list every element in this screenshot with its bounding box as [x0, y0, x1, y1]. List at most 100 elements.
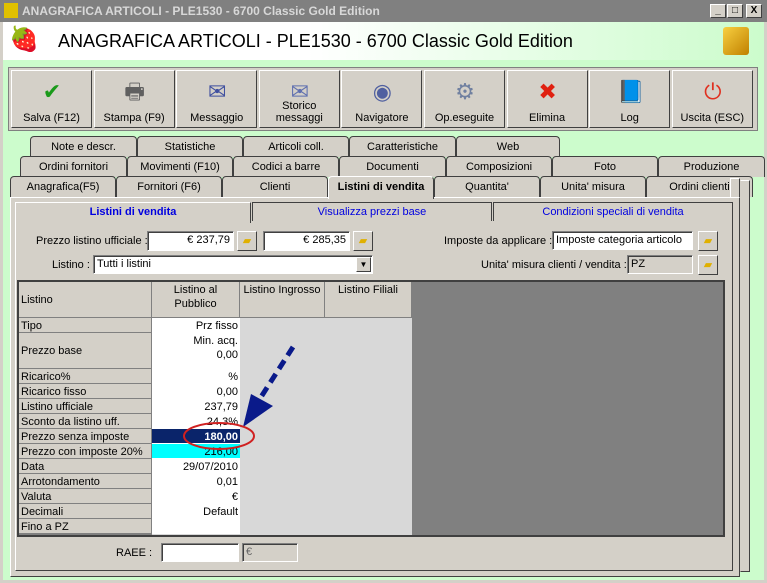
folder-icon[interactable]: ▰ [237, 231, 257, 251]
grid-cell-listino-pubblico[interactable]: % [152, 369, 240, 384]
imposte-field[interactable]: Imposte categoria articolo [552, 231, 693, 250]
chevron-down-icon[interactable]: ▼ [356, 257, 371, 272]
tab-listini-di-vendita[interactable]: Listini di vendita [328, 176, 434, 199]
tab-foto[interactable]: Foto [552, 156, 658, 177]
toolbar-button-label: Op.eseguite [434, 112, 495, 124]
raee-currency: € [242, 543, 298, 562]
grid-header: Listino Filiali [325, 282, 412, 318]
tab-movimenti-f10-[interactable]: Movimenti (F10) [127, 156, 233, 177]
subtab-visualizza-prezzi[interactable]: Visualizza prezzi base [252, 202, 492, 221]
grid-cell-listino-pubblico[interactable]: Min. acq. 0,00 [152, 333, 240, 369]
grid-cell-listino-pubblico[interactable] [152, 519, 240, 534]
tab-quantita-[interactable]: Quantita' [434, 176, 540, 197]
strawberry-logo-icon: 🍓 [9, 26, 39, 53]
tab-fornitori-f6-[interactable]: Fornitori (F6) [116, 176, 222, 197]
grid-row-label: Ricarico fisso [19, 384, 152, 399]
toolbar-button-log[interactable]: 📘 Log [589, 70, 671, 128]
window-title: ANAGRAFICA ARTICOLI - PLE1530 - 6700 Cla… [22, 4, 380, 18]
check-icon: ✔ [42, 79, 62, 104]
grid-cell-listino-pubblico[interactable]: 0,00 [152, 384, 240, 399]
grid-cell-listino-pubblico[interactable]: 237,79 [152, 399, 240, 414]
tab-codici-a-barre[interactable]: Codici a barre [233, 156, 339, 177]
grid-row-label: Prezzo con imposte 20% [19, 444, 152, 459]
toolbar-button-stampa-f9-[interactable]: 🖶 Stampa (F9) [93, 70, 175, 128]
subtab-condizioni-speciali[interactable]: Condizioni speciali di vendita [493, 202, 733, 221]
minimize-button[interactable]: _ [710, 4, 726, 18]
book-search-icon: 📘 [617, 79, 645, 104]
toolbar-button-navigatore[interactable]: ◉ Navigatore [341, 70, 423, 128]
folder-icon[interactable]: ▰ [353, 231, 373, 251]
toolbar-button-label: Elimina [529, 112, 566, 124]
header-title: ANAGRAFICA ARTICOLI - PLE1530 - 6700 Cla… [58, 31, 573, 51]
raee-label: RAEE : [116, 547, 153, 559]
um-label: Unita' misura clienti / vendita : [481, 259, 627, 271]
close-button[interactable]: X [746, 4, 762, 18]
gears-search-icon: ⚙ [455, 79, 475, 104]
grid-cell-listino-pubblico[interactable]: Prz fisso [152, 318, 240, 333]
grid-row-label: Tipo [19, 318, 152, 333]
printer-icon: 🖶 [124, 79, 145, 104]
grid-row-label: Ricarico% [19, 369, 152, 384]
toolbar: ✔ Salva (F12) 🖶 Stampa (F9) ✉ Messaggio ✉ Stori… [8, 67, 758, 131]
tab-anagrafica-f5-[interactable]: Anagrafica(F5) [10, 176, 116, 197]
box-icon [723, 27, 749, 55]
folder-icon[interactable]: ▰ [698, 231, 718, 251]
window-client: 🍓 ANAGRAFICA ARTICOLI - PLE1530 - 6700 C… [3, 22, 765, 580]
um-field[interactable]: PZ [627, 255, 693, 274]
grid-row-label: Prezzo senza imposte [19, 429, 152, 444]
toolbar-button-label: Uscita (ESC) [680, 112, 745, 124]
prezzo-ufficiale-field[interactable]: € 237,79 [147, 231, 234, 251]
power-icon: ⏻ [704, 79, 722, 104]
tab-unita-misura[interactable]: Unita' misura [540, 176, 646, 197]
tab-caratteristiche[interactable]: Caratteristiche [349, 136, 456, 157]
tab-articoli-coll-[interactable]: Articoli coll. [243, 136, 349, 157]
grid-cell-listino-pubblico[interactable]: 0,01 [152, 474, 240, 489]
grid-row-label: Decimali [19, 504, 152, 519]
tab-statistiche[interactable]: Statistiche [137, 136, 243, 157]
listini-panel: Listini di vendita Visualizza prezzi bas… [10, 197, 740, 577]
grid-row-label: Listino ufficiale [19, 399, 152, 414]
app-icon [4, 3, 18, 18]
envelope-pen-icon: ✉ [207, 79, 227, 104]
grid-cell-listino-pubblico[interactable]: Default [152, 504, 240, 519]
subtab-listini[interactable]: Listini di vendita [15, 202, 251, 223]
grid-cell-listino-pubblico[interactable]: 216,00 [152, 444, 240, 459]
toolbar-button-salva-f12-[interactable]: ✔ Salva (F12) [11, 70, 92, 128]
folder-icon[interactable]: ▰ [698, 255, 718, 275]
maximize-button[interactable]: □ [727, 4, 743, 18]
grid-cell-listino-pubblico[interactable]: 180,00 [152, 429, 240, 444]
toolbar-button-label: Navigatore [355, 112, 409, 124]
toolbar-button-op-eseguite[interactable]: ⚙ Op.eseguite [424, 70, 505, 128]
listino-value: Tutti i listini [97, 258, 151, 270]
toolbar-button-messaggio[interactable]: ✉ Messaggio [176, 70, 258, 128]
prezzo-label: Prezzo listino ufficiale : [36, 235, 148, 247]
grid-cell-listino-pubblico[interactable]: € [152, 489, 240, 504]
tab-note-e-descr-[interactable]: Note e descr. [30, 136, 137, 157]
grid-cell-listino-pubblico[interactable]: 24,3% [152, 414, 240, 429]
tab-clienti[interactable]: Clienti [222, 176, 328, 197]
toolbar-button-label: Salva (F12) [23, 112, 80, 124]
title-bar: ANAGRAFICA ARTICOLI - PLE1530 - 6700 Cla… [0, 0, 767, 22]
grid-row-label: Data [19, 459, 152, 474]
toolbar-button-storico-messaggi[interactable]: ✉ Storico messaggi [258, 70, 340, 128]
grid-row-label: Prezzo base [19, 333, 152, 369]
red-x-icon: ✖ [538, 79, 557, 104]
grid-row-label: Valuta [19, 489, 152, 504]
tab-produzione[interactable]: Produzione [658, 156, 765, 177]
toolbar-button-uscita-esc-[interactable]: ⏻ Uscita (ESC) [671, 70, 753, 128]
tab-web[interactable]: Web [456, 136, 560, 157]
toolbar-button-label: Stampa (F9) [103, 112, 165, 124]
tab-documenti[interactable]: Documenti [339, 156, 446, 177]
grid-header: Listino [19, 282, 152, 318]
listini-grid: Listino Listino al Pubblico Listino Ingros… [17, 280, 725, 537]
grid-cell-listino-pubblico[interactable]: 29/07/2010 [152, 459, 240, 474]
tab-ordini-fornitori[interactable]: Ordini fornitori [20, 156, 127, 177]
listino-select[interactable]: Tutti i listini ▼ [93, 255, 373, 274]
tab-composizioni[interactable]: Composizioni [446, 156, 552, 177]
grid-header: Listino Ingrosso [240, 282, 325, 318]
raee-field[interactable] [161, 543, 239, 562]
imposte-label: Imposte da applicare : [444, 235, 553, 247]
prezzo-ivato-field[interactable]: € 285,35 [263, 231, 350, 251]
grid-row-label: Sconto da listino uff. [19, 414, 152, 429]
toolbar-button-elimina[interactable]: ✖ Elimina [506, 70, 588, 128]
